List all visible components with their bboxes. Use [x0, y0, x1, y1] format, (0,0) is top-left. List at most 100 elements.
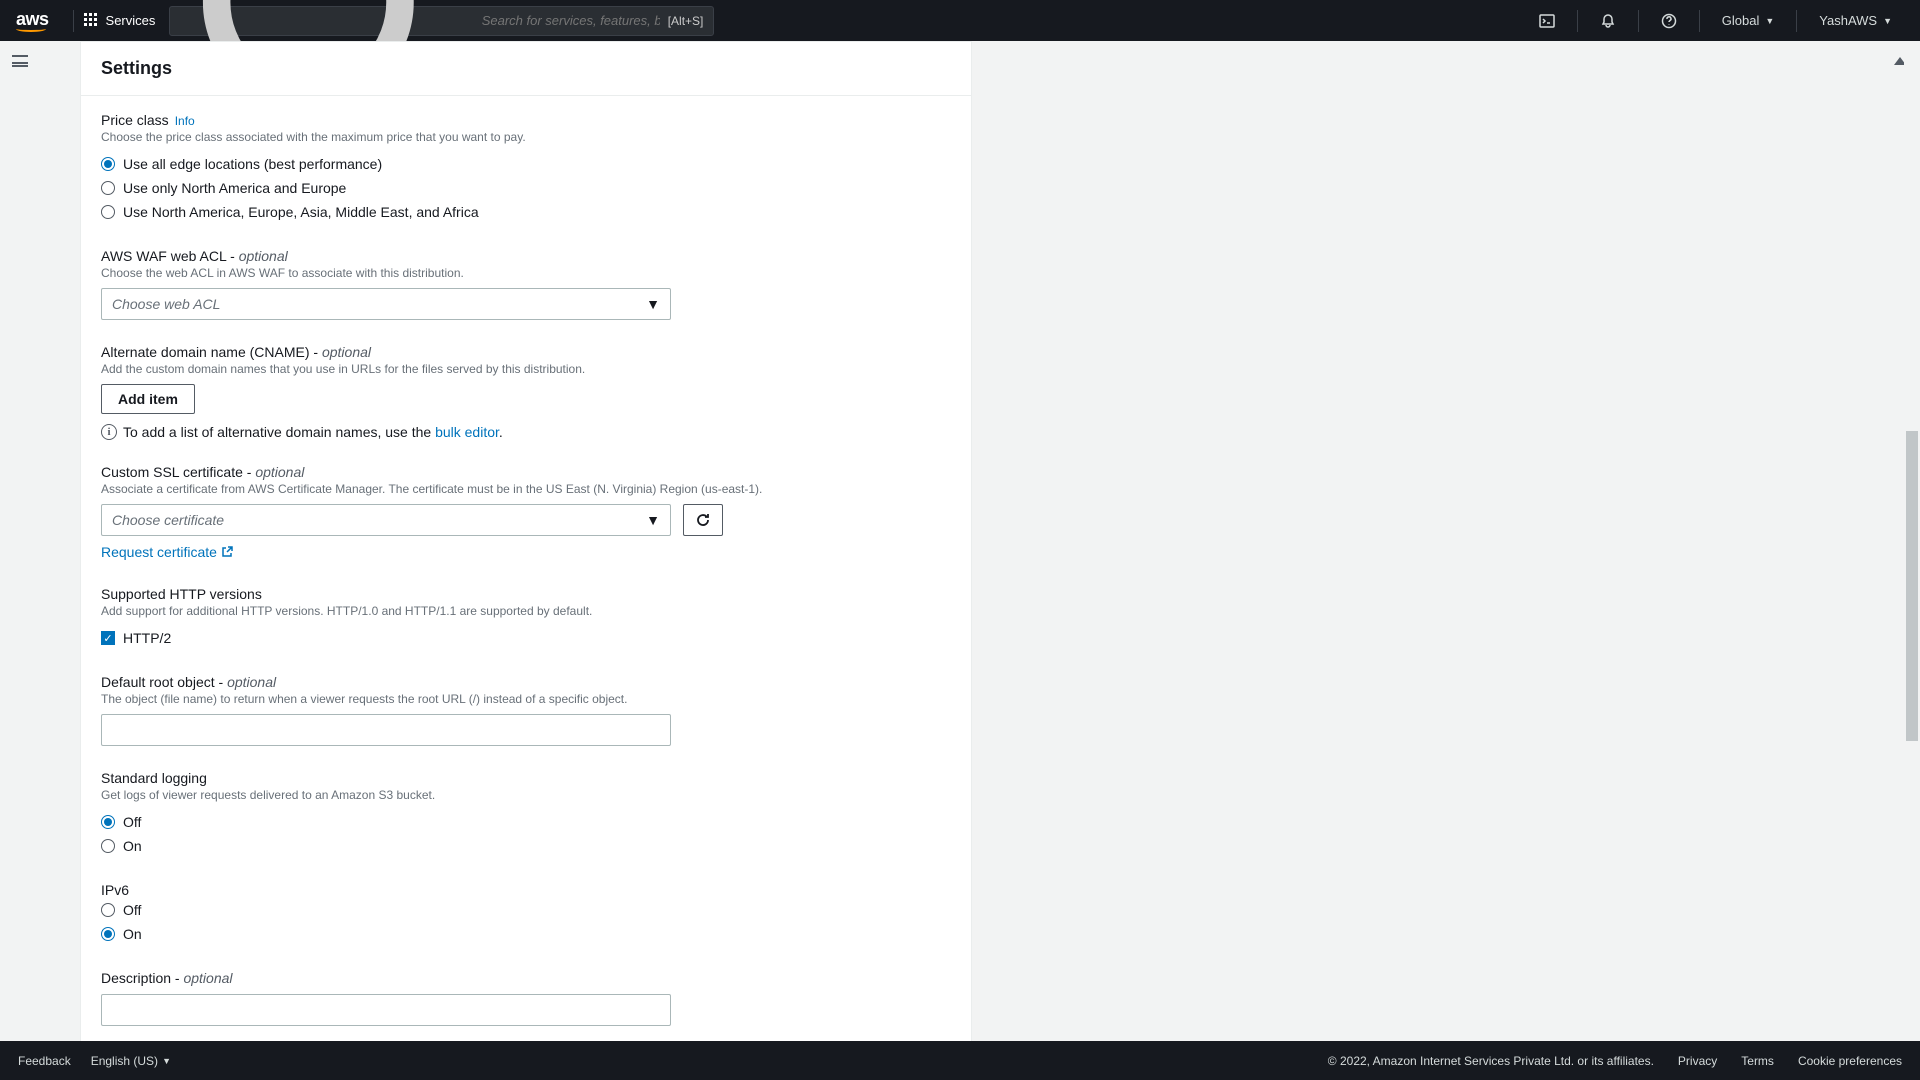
radio-logging-off[interactable]: Off	[101, 810, 951, 834]
terms-link[interactable]: Terms	[1741, 1054, 1774, 1068]
request-certificate-link[interactable]: Request certificate	[101, 544, 233, 560]
scrollbar-track[interactable]	[1904, 41, 1920, 1041]
cname-label: Alternate domain name (CNAME) - optional	[101, 344, 951, 360]
divider	[73, 10, 74, 32]
field-waf: AWS WAF web ACL - optional Choose the we…	[101, 248, 951, 320]
divider	[1699, 10, 1700, 32]
price-class-label: Price classInfo	[101, 112, 951, 128]
search-input[interactable]	[482, 13, 660, 28]
radio-icon	[101, 815, 115, 829]
services-label: Services	[106, 13, 156, 28]
radio-ipv6-on[interactable]: On	[101, 922, 951, 946]
main-content: Settings Price classInfo Choose the pric…	[40, 41, 1880, 1041]
divider	[1577, 10, 1578, 32]
waf-label: AWS WAF web ACL - optional	[101, 248, 951, 264]
divider	[1638, 10, 1639, 32]
radio-price-na-eu[interactable]: Use only North America and Europe	[101, 176, 951, 200]
field-logging: Standard logging Get logs of viewer requ…	[101, 770, 951, 858]
radio-price-all[interactable]: Use all edge locations (best performance…	[101, 152, 951, 176]
caret-down-icon: ▼	[162, 1056, 171, 1066]
radio-icon	[101, 903, 115, 917]
refresh-button[interactable]	[683, 504, 723, 536]
field-root: Default root object - optional The objec…	[101, 674, 951, 746]
panel-body: Price classInfo Choose the price class a…	[81, 96, 971, 1041]
services-menu[interactable]: Services	[84, 13, 156, 29]
logging-desc: Get logs of viewer requests delivered to…	[101, 788, 951, 802]
check-http2[interactable]: ✓HTTP/2	[101, 626, 951, 650]
field-ipv6: IPv6 Off On	[101, 882, 951, 946]
field-ssl: Custom SSL certificate - optional Associ…	[101, 464, 951, 562]
aws-logo[interactable]: aws	[16, 9, 49, 32]
caret-down-icon: ▼	[646, 512, 660, 528]
price-class-options: Use all edge locations (best performance…	[101, 152, 951, 224]
price-class-desc: Choose the price class associated with t…	[101, 130, 951, 144]
sidebar-toggle[interactable]	[0, 41, 40, 81]
settings-panel: Settings Price classInfo Choose the pric…	[80, 41, 972, 1041]
notifications-button[interactable]	[1588, 0, 1628, 41]
ssl-select[interactable]: Choose certificate▼	[101, 504, 671, 536]
caret-down-icon: ▼	[1883, 16, 1892, 26]
root-input[interactable]	[101, 714, 671, 746]
logging-options: Off On	[101, 810, 951, 858]
footer-left: Feedback English (US) ▼	[18, 1054, 171, 1068]
root-label: Default root object - optional	[101, 674, 951, 690]
ssl-label: Custom SSL certificate - optional	[101, 464, 951, 480]
search-shortcut: [Alt+S]	[668, 14, 704, 28]
ssl-row: Choose certificate▼	[101, 504, 951, 536]
http-desc: Add support for additional HTTP versions…	[101, 604, 951, 618]
radio-icon	[101, 839, 115, 853]
waf-desc: Choose the web ACL in AWS WAF to associa…	[101, 266, 951, 280]
account-menu[interactable]: YashAWS▼	[1807, 0, 1904, 41]
field-http: Supported HTTP versions Add support for …	[101, 586, 951, 650]
root-desc: The object (file name) to return when a …	[101, 692, 951, 706]
radio-icon	[101, 181, 115, 195]
description-input[interactable]	[101, 994, 671, 1026]
refresh-icon	[695, 512, 711, 528]
radio-icon	[101, 927, 115, 941]
language-selector[interactable]: English (US) ▼	[91, 1054, 171, 1068]
caret-down-icon: ▼	[646, 296, 660, 312]
page-title: Settings	[101, 58, 951, 79]
http-label: Supported HTTP versions	[101, 586, 951, 602]
footer-right: © 2022, Amazon Internet Services Private…	[1328, 1054, 1902, 1068]
footer: Feedback English (US) ▼ © 2022, Amazon I…	[0, 1041, 1920, 1080]
grid-icon	[84, 13, 100, 29]
cname-desc: Add the custom domain names that you use…	[101, 362, 951, 376]
ssl-desc: Associate a certificate from AWS Certifi…	[101, 482, 951, 496]
cloudshell-button[interactable]	[1527, 0, 1567, 41]
waf-select[interactable]: Choose web ACL▼	[101, 288, 671, 320]
logging-label: Standard logging	[101, 770, 951, 786]
cname-hint: i To add a list of alternative domain na…	[101, 424, 951, 440]
top-nav: aws Services [Alt+S] Global▼ YashAWS▼	[0, 0, 1920, 41]
divider	[1796, 10, 1797, 32]
caret-down-icon: ▼	[1765, 16, 1774, 26]
http-options: ✓HTTP/2	[101, 626, 951, 650]
help-button[interactable]	[1649, 0, 1689, 41]
hamburger-icon	[12, 55, 28, 67]
region-selector[interactable]: Global▼	[1710, 0, 1787, 41]
radio-price-na-eu-asia[interactable]: Use North America, Europe, Asia, Middle …	[101, 200, 951, 224]
radio-logging-on[interactable]: On	[101, 834, 951, 858]
cookies-link[interactable]: Cookie preferences	[1798, 1054, 1902, 1068]
header-right: Global▼ YashAWS▼	[1527, 0, 1904, 41]
description-label: Description - optional	[101, 970, 951, 986]
radio-icon	[101, 157, 115, 171]
radio-icon	[101, 205, 115, 219]
info-icon: i	[101, 424, 117, 440]
field-cname: Alternate domain name (CNAME) - optional…	[101, 344, 951, 440]
copyright-text: © 2022, Amazon Internet Services Private…	[1328, 1054, 1654, 1068]
radio-ipv6-off[interactable]: Off	[101, 898, 951, 922]
external-link-icon	[221, 546, 233, 558]
privacy-link[interactable]: Privacy	[1678, 1054, 1717, 1068]
scrollbar-thumb[interactable]	[1906, 431, 1918, 741]
add-item-button[interactable]: Add item	[101, 384, 195, 414]
ipv6-options: Off On	[101, 898, 951, 946]
check-icon: ✓	[101, 631, 115, 645]
search-box[interactable]: [Alt+S]	[169, 6, 714, 36]
field-price-class: Price classInfo Choose the price class a…	[101, 112, 951, 224]
bulk-editor-link[interactable]: bulk editor	[435, 424, 499, 440]
feedback-link[interactable]: Feedback	[18, 1054, 71, 1068]
info-link[interactable]: Info	[175, 114, 195, 128]
ipv6-label: IPv6	[101, 882, 951, 898]
field-description: Description - optional	[101, 970, 951, 1026]
